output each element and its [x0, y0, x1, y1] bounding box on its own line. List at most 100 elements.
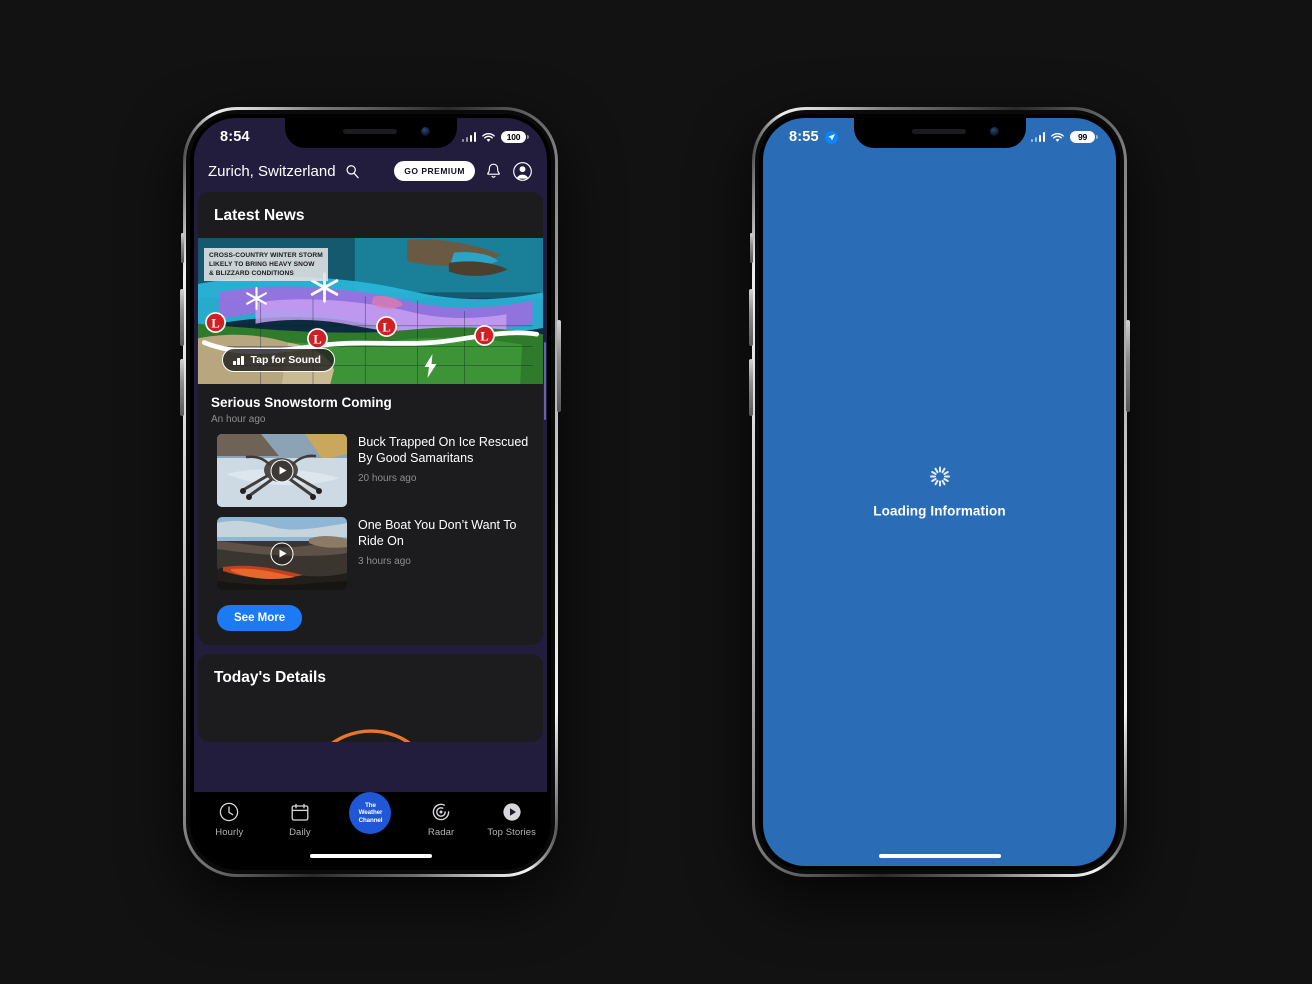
- tab-top-stories-label: Top Stories: [487, 827, 536, 838]
- phone-right: 8:55 99 Loading Information: [749, 107, 1130, 877]
- search-icon[interactable]: [345, 164, 360, 179]
- audio-bars-icon: [233, 355, 244, 365]
- lava-field-thumbnail[interactable]: [217, 517, 347, 590]
- svg-text:L: L: [382, 321, 390, 335]
- logo-line-2: Weather: [358, 809, 383, 817]
- latest-news-title: Latest News: [214, 207, 305, 224]
- power-button[interactable]: [557, 320, 561, 412]
- lightning-bolt-icon: [424, 354, 437, 378]
- weather-app: 8:54 100 Zurich, Switzerland GO PREMIUM …: [194, 118, 547, 866]
- hero-caption-line2: LIKELY TO BRING HEAVY SNOW: [209, 261, 315, 269]
- status-time: 8:55: [789, 129, 819, 145]
- go-premium-button[interactable]: GO PREMIUM: [394, 161, 475, 181]
- low-pressure-icon: L: [474, 325, 495, 346]
- list-item-title: One Boat You Don’t Want To Ride On: [358, 518, 517, 548]
- front-camera-icon: [989, 127, 999, 136]
- volume-down-button[interactable]: [180, 359, 184, 416]
- list-item-time: 3 hours ago: [358, 555, 411, 567]
- svg-text:L: L: [480, 330, 488, 344]
- list-item-text: Buck Trapped On Ice Rescued By Good Sama…: [358, 434, 530, 507]
- deer-on-ice-thumbnail[interactable]: [217, 434, 347, 507]
- temperature-arc-wrap: [198, 700, 543, 742]
- tab-radar[interactable]: Radar: [410, 801, 472, 838]
- cellular-signal-icon: [461, 132, 476, 142]
- wifi-icon: [482, 132, 495, 142]
- tab-top-stories[interactable]: Top Stories: [481, 801, 543, 838]
- silent-switch[interactable]: [181, 233, 184, 263]
- battery-indicator: 100: [501, 131, 529, 143]
- list-item-title: Buck Trapped On Ice Rescued By Good Sama…: [358, 435, 529, 465]
- hero-caption-line1: CROSS-COUNTRY WINTER STORM: [209, 252, 323, 259]
- tap-for-sound-button[interactable]: Tap for Sound: [222, 348, 335, 372]
- hero-caption: CROSS-COUNTRY WINTER STORM LIKELY TO BRI…: [204, 248, 328, 282]
- play-circle-icon: [503, 803, 521, 821]
- see-more-button[interactable]: See More: [217, 605, 303, 631]
- wifi-icon: [1051, 132, 1064, 142]
- silent-switch[interactable]: [750, 233, 753, 263]
- loading-screen: 8:55 99 Loading Information: [763, 118, 1116, 866]
- status-time: 8:54: [220, 129, 250, 145]
- latest-news-card: Latest News L L L L CROSS-COUNTRY WINTER…: [198, 192, 543, 645]
- calendar-icon: [291, 803, 309, 821]
- notch: [284, 118, 457, 148]
- temperature-arc: [330, 729, 411, 742]
- cellular-signal-icon: [1030, 132, 1045, 142]
- notch: [853, 118, 1026, 148]
- logo-line-1: The: [365, 801, 376, 809]
- app-header: Zurich, Switzerland GO PREMIUM: [194, 150, 547, 192]
- low-pressure-icon: L: [376, 316, 397, 337]
- screenshot-stage: 8:54 100 Zurich, Switzerland GO PREMIUM …: [0, 0, 1312, 984]
- list-item[interactable]: Buck Trapped On Ice Rescued By Good Sama…: [198, 434, 543, 507]
- phone-left: 8:54 100 Zurich, Switzerland GO PREMIUM …: [180, 107, 561, 877]
- list-item-time: 20 hours ago: [358, 472, 417, 484]
- volume-down-button[interactable]: [749, 359, 753, 416]
- svg-text:L: L: [211, 317, 219, 331]
- home-indicator[interactable]: [878, 853, 1001, 858]
- hero-video-thumbnail[interactable]: L L L L CROSS-COUNTRY WINTER STORM LIKEL…: [198, 238, 543, 384]
- volume-up-button[interactable]: [180, 289, 184, 346]
- svg-text:L: L: [313, 333, 321, 347]
- scrollbar[interactable]: [543, 342, 546, 420]
- featured-story-title: Serious Snowstorm Coming: [211, 395, 392, 410]
- todays-details-title: Today's Details: [214, 669, 326, 686]
- snowflake-icon: [246, 287, 267, 310]
- earpiece-speaker-icon: [342, 129, 397, 134]
- featured-story[interactable]: Serious Snowstorm Coming An hour ago: [198, 384, 543, 434]
- weather-channel-logo[interactable]: The Weather Channel: [349, 792, 392, 834]
- tap-for-sound-label: Tap for Sound: [250, 354, 321, 366]
- status-bar-right: 100: [461, 131, 529, 143]
- profile-avatar-icon[interactable]: [512, 161, 533, 182]
- home-indicator[interactable]: [309, 853, 432, 858]
- loading-indicator-group: Loading Information: [763, 466, 1116, 519]
- front-camera-icon: [420, 127, 430, 136]
- loading-text: Loading Information: [873, 503, 1006, 519]
- clock-icon: [220, 802, 239, 822]
- play-icon[interactable]: [270, 459, 294, 482]
- bell-icon[interactable]: [483, 161, 504, 182]
- tab-weather-channel[interactable]: The Weather Channel: [339, 792, 401, 834]
- status-bar-left: 8:55: [789, 129, 838, 145]
- location-label[interactable]: Zurich, Switzerland: [208, 163, 336, 180]
- list-item[interactable]: One Boat You Don’t Want To Ride On 3 hou…: [198, 517, 543, 590]
- earpiece-speaker-icon: [911, 129, 966, 134]
- tab-hourly[interactable]: Hourly: [198, 801, 260, 838]
- spinner-icon: [929, 466, 951, 488]
- hero-caption-line3: & BLIZZARD CONDITIONS: [209, 270, 294, 278]
- status-bar-right: 99: [1030, 131, 1098, 143]
- phone-right-screen: 8:55 99 Loading Information: [763, 118, 1116, 866]
- power-button[interactable]: [1126, 320, 1130, 412]
- tab-hourly-label: Hourly: [215, 827, 244, 838]
- volume-up-button[interactable]: [749, 289, 753, 346]
- featured-story-time: An hour ago: [211, 414, 266, 425]
- status-bar-left: 8:54: [220, 129, 250, 145]
- todays-details-card[interactable]: Today's Details: [198, 654, 543, 742]
- play-icon[interactable]: [270, 542, 294, 565]
- logo-line-3: Channel: [358, 816, 383, 824]
- tab-daily-label: Daily: [289, 827, 311, 838]
- radar-icon: [432, 803, 450, 821]
- battery-indicator: 99: [1070, 131, 1098, 143]
- list-item-text: One Boat You Don’t Want To Ride On 3 hou…: [358, 517, 530, 590]
- location-arrow-icon: [824, 130, 838, 144]
- tab-daily[interactable]: Daily: [269, 801, 331, 838]
- scroll-content[interactable]: Latest News L L L L CROSS-COUNTRY WINTER…: [194, 192, 547, 866]
